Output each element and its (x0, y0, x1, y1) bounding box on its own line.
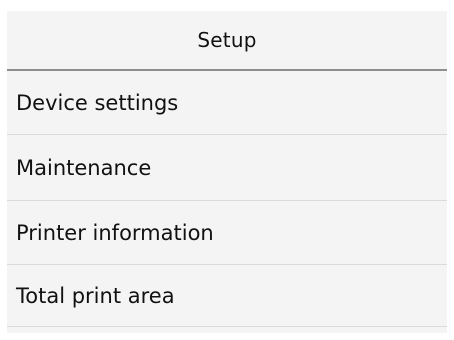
header-bar: Setup (7, 11, 447, 71)
menu-item-label: Printer information (16, 220, 214, 245)
setup-screen: Setup Device settings Maintenance Printe… (7, 11, 447, 333)
menu-item-maintenance[interactable]: Maintenance (7, 135, 447, 201)
menu-item-printer-information[interactable]: Printer information (7, 201, 447, 265)
menu-item-label: Total print area (16, 283, 175, 308)
menu-item-label: Maintenance (16, 155, 152, 180)
menu-item-total-print-area[interactable]: Total print area (7, 265, 447, 327)
setup-menu-list: Device settings Maintenance Printer info… (7, 71, 447, 327)
menu-item-label: Device settings (16, 90, 179, 115)
menu-item-device-settings[interactable]: Device settings (7, 71, 447, 135)
page-title: Setup (197, 28, 257, 52)
